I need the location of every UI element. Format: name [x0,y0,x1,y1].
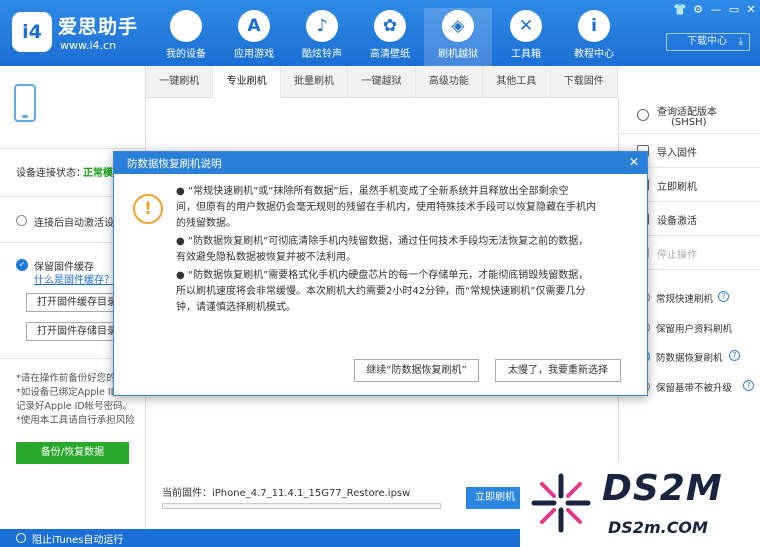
download-center-label: 下载中心 [687,36,727,47]
option-label: 常规快速刷机 [656,294,714,305]
dialog-line: 钟，请谨慎选择刷机模式。 [176,302,296,313]
dialog-line: ● “防数据恢复刷机”需要格式化手机内硬盘芯片的每一个存储单元，才能彻底销毁残留… [176,270,589,281]
tab-advanced[interactable]: 高级功能 [416,66,484,98]
import-firmware-label: 导入固件 [657,148,697,159]
help-icon[interactable]: ? [718,291,729,302]
nav-label: 刷机越狱 [438,49,478,60]
close-icon[interactable]: ✕ [626,154,642,170]
header: i4 爱思助手 www.i4.cn 我的设备 A 应用游戏 ♪ 酷炫铃声 ✿ 高清壁纸… [0,0,760,66]
info-icon: i [578,10,610,42]
keep-cache-checkbox[interactable]: ✓ [16,259,28,271]
block-itunes-radio[interactable] [16,533,26,543]
tab-one-click-flash[interactable]: 一键刷机 [146,66,214,98]
note-line: *使用本工具请自行承担风险 [16,415,135,426]
flash-now-button[interactable]: 立即刷机 [466,487,524,509]
settings-icon[interactable]: ⚙ [690,3,706,16]
tab-one-click-jailbreak[interactable]: 一键越狱 [348,66,416,98]
apple-icon [170,10,202,42]
help-icon[interactable]: ? [729,350,740,361]
nav-label: 高清壁纸 [370,49,410,60]
watermark-text: DS2M [602,468,723,509]
option-label: 保留用户资料刷机 [656,324,733,335]
nav-flash-jailbreak[interactable]: ◈ 刷机越狱 [424,8,492,66]
flash-tabs: 一键刷机 专业刷机 批量刷机 一键越狱 高级功能 其他工具 下载固件 [146,66,618,99]
nav-tutorials[interactable]: i 教程中心 [560,8,628,66]
reselect-mode-button[interactable]: 太慢了，我要重新选择 [495,359,621,382]
flower-icon: ✿ [374,10,406,42]
help-icon[interactable]: ? [743,380,754,391]
connection-status: 正常模 [83,168,113,179]
nav-wallpapers[interactable]: ✿ 高清壁纸 [356,8,424,66]
close-window-icon[interactable]: ✕ [743,3,759,16]
tab-batch-flash[interactable]: 批量刷机 [281,66,349,98]
backup-restore-button[interactable]: 备份/恢复数据 [16,442,129,464]
nav-label: 酷炫铃声 [302,49,342,60]
current-firmware: 当前固件：iPhone_4.7_11.4.1_15G77_Restore.ips… [162,484,410,499]
dialog-line: ● “防数据恢复刷机”可彻底清除手机内残留数据，通过任何技术手段均无法恢复之前的… [176,236,589,247]
watermark: DS2M DS2m.COM [520,462,760,547]
brand-url: www.i4.cn [60,39,117,52]
dialog-line: 所以刷机速度将会非常缓慢。本次刷机大约需要2小时42分钟，而“常规快速刷机”仅需… [176,286,586,297]
i4-logo: i4 [12,12,52,52]
option-label: 保留基带不被升级 [656,383,733,394]
block-itunes-label: 阻止iTunes自动运行 [32,535,124,546]
warning-icon: ! [133,194,163,224]
query-shsh-button[interactable]: 查询适配版本 (SHSH) [619,98,760,134]
nav-ringtones[interactable]: ♪ 酷炫铃声 [288,8,356,66]
search-icon [637,109,649,121]
skin-icon[interactable]: 👕 [672,3,688,16]
dialog-line: ● “常规快速刷机”或“抹除所有数据”后，虽然手机变成了全新系统并且释放出全部剩… [176,186,569,197]
main-nav: 我的设备 A 应用游戏 ♪ 酷炫铃声 ✿ 高清壁纸 ◈ 刷机越狱 ✕ 工具箱 i 教程中心 [152,8,628,66]
activate-device-label: 设备激活 [657,216,697,227]
phone-icon [14,84,36,122]
query-shsh-label: 查询适配版本 [657,107,717,118]
dialog-line: 有效避免隐私数据被恢复并被不法利用。 [176,252,356,263]
firmware-label: 当前固件： [162,488,212,499]
nav-label: 我的设备 [166,49,206,60]
dropbox-icon: ◈ [442,10,474,42]
dialog-line: 间，但原有的用户数据仍会毫无规则的残留在手机内，使用特殊技术手段可以恢复隐藏在手… [176,202,596,213]
minimize-icon[interactable]: — [708,3,724,16]
watermark-url: DS2m.COM [608,518,708,537]
dialog-title: 防数据恢复刷机说明 [127,158,222,170]
nav-apps[interactable]: A 应用游戏 [220,8,288,66]
brand-name: 爱思助手 [58,16,139,38]
note-line: 记录好Apple ID帐号密码。 [16,401,133,412]
nav-label: 工具箱 [511,49,541,60]
tab-pro-flash[interactable]: 专业刷机 [213,66,281,99]
auto-activate-label: 连接后自动激活设备 [34,218,124,229]
option-label: 防数据恢复刷机 [656,353,723,364]
app-store-icon: A [238,10,270,42]
download-icon: ⤓ [738,36,743,47]
tools-icon: ✕ [510,10,542,42]
query-shsh-sub: (SHSH) [671,117,707,128]
nav-label: 教程中心 [574,49,614,60]
bell-icon: ♪ [306,10,338,42]
auto-activate-radio[interactable] [16,215,27,226]
tab-other-tools[interactable]: 其他工具 [483,66,551,98]
star-logo-icon [531,473,591,533]
divider [0,148,146,149]
status-bar: 阻止iTunes自动运行 [0,529,520,547]
flash-now-side-label: 立即刷机 [657,182,697,193]
dialog-line: 的残留数据。 [176,218,236,229]
continue-anti-recovery-button[interactable]: 继续“防数据恢复刷机” [354,359,479,382]
connection-label: 设备连接状态： [16,168,86,179]
dialog-header: 防数据恢复刷机说明 ✕ [114,152,647,174]
firmware-value: iPhone_4.7_11.4.1_15G77_Restore.ipsw [212,488,411,499]
what-is-cache-link[interactable]: 什么是固件缓存？ [34,271,114,286]
stop-operation-label: 停止操作 [657,250,697,261]
flash-progress-bar [162,503,441,509]
restore-icon[interactable]: ▭ [726,3,742,16]
app-window: i4 爱思助手 www.i4.cn 我的设备 A 应用游戏 ♪ 酷炫铃声 ✿ 高清壁纸… [0,0,760,547]
nav-label: 应用游戏 [234,49,274,60]
anti-recovery-dialog: 防数据恢复刷机说明 ✕ ! ● “常规快速刷机”或“抹除所有数据”后，虽然手机变… [113,151,648,396]
nav-my-device[interactable]: 我的设备 [152,8,220,66]
nav-toolbox[interactable]: ✕ 工具箱 [492,8,560,66]
tab-download-firmware[interactable]: 下载固件 [551,66,618,98]
download-center-button[interactable]: 下载中心 ⤓ [666,33,750,51]
